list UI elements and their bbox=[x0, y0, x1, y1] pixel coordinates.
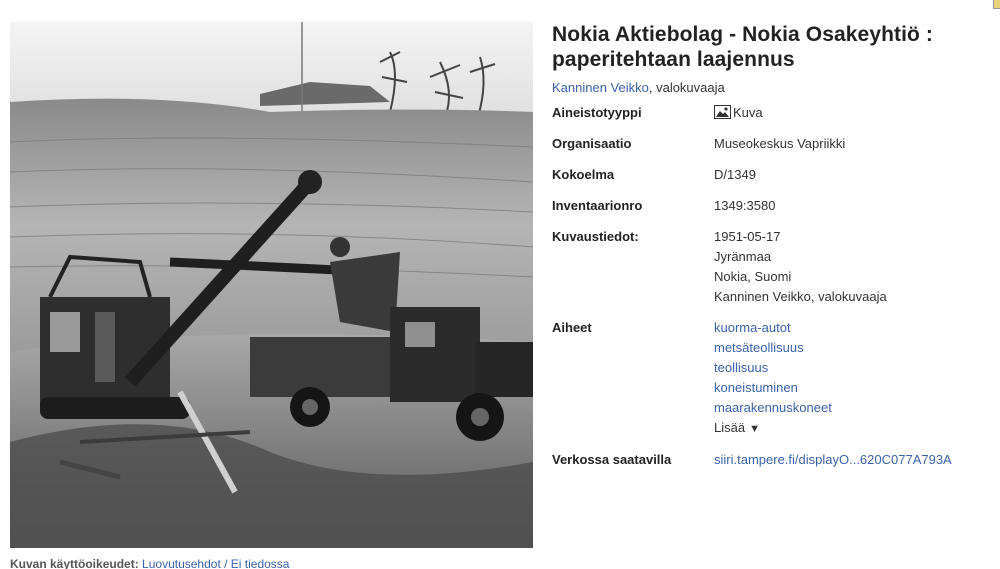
field-label: Inventaarionro bbox=[552, 198, 643, 213]
record-photo[interactable] bbox=[10, 22, 533, 548]
caret-down-icon: ▼ bbox=[749, 423, 760, 435]
author-link[interactable]: Kanninen Veikko bbox=[552, 80, 649, 95]
field-label: Aiheet bbox=[552, 320, 592, 335]
row-type: Aineistotyyppi Kuva bbox=[552, 103, 952, 134]
online-link[interactable]: siiri.tampere.fi/displayO...620C077A793A bbox=[714, 450, 952, 470]
row-inventory: Inventaarionro 1349:3580 bbox=[552, 196, 952, 227]
field-value: Museokeskus Vapriikki bbox=[714, 136, 846, 151]
row-collection: Kokoelma D/1349 bbox=[552, 165, 952, 196]
field-label: Kuvaustiedot: bbox=[552, 229, 639, 244]
show-more-button[interactable]: Lisää ▼ bbox=[714, 418, 952, 439]
field-value: Kuva bbox=[714, 103, 952, 134]
photo-place: Jyränmaa bbox=[714, 249, 772, 264]
usage-rights-link[interactable]: Luovutusehdot / Ei tiedossa bbox=[142, 557, 289, 569]
usage-rights: Kuvan käyttöoikeudet: Luovutusehdot / Ei… bbox=[10, 557, 610, 569]
subject-link[interactable]: koneistuminen bbox=[714, 378, 952, 398]
field-label: Kokoelma bbox=[552, 167, 615, 182]
field-label: Verkossa saatavilla bbox=[552, 452, 672, 467]
subject-link[interactable]: maarakennuskoneet bbox=[714, 398, 952, 418]
subject-link[interactable]: metsäteollisuus bbox=[714, 338, 952, 358]
field-value: D/1349 bbox=[714, 167, 756, 182]
row-photo-info: Kuvaustiedot: 1951-05-17 Jyränmaa Nokia,… bbox=[552, 227, 952, 318]
image-icon bbox=[714, 105, 731, 119]
photo-date: 1951-05-17 bbox=[714, 229, 781, 244]
photo-photographer: Kanninen Veikko, valokuvaaja bbox=[714, 289, 887, 304]
record-details: Nokia Aktiebolag - Nokia Osakeyhtiö : pa… bbox=[552, 22, 992, 481]
byline: Kanninen Veikko, valokuvaaja bbox=[552, 80, 992, 95]
author-role: , valokuvaaja bbox=[648, 80, 725, 95]
corner-marker bbox=[993, 0, 1000, 9]
metadata-table: Aineistotyyppi Kuva Organisaatio Museoke… bbox=[552, 103, 952, 481]
field-value: siiri.tampere.fi/displayO...620C077A793A bbox=[714, 450, 952, 481]
usage-rights-label: Kuvan käyttöoikeudet: bbox=[10, 557, 139, 569]
row-organisation: Organisaatio Museokeskus Vapriikki bbox=[552, 134, 952, 165]
subject-link[interactable]: teollisuus bbox=[714, 358, 952, 378]
row-online: Verkossa saatavilla siiri.tampere.fi/dis… bbox=[552, 450, 952, 481]
show-more-label: Lisää bbox=[714, 420, 746, 435]
type-value: Kuva bbox=[733, 105, 763, 120]
field-value: 1951-05-17 Jyränmaa Nokia, Suomi Kannine… bbox=[714, 227, 952, 318]
photo-location: Nokia, Suomi bbox=[714, 269, 792, 284]
subject-link[interactable]: kuorma-autot bbox=[714, 318, 952, 338]
field-value: 1349:3580 bbox=[714, 198, 776, 213]
row-subjects: Aiheet kuorma-autot metsäteollisuus teol… bbox=[552, 318, 952, 450]
photo-image bbox=[10, 22, 533, 548]
field-label: Organisaatio bbox=[552, 136, 632, 151]
record-title: Nokia Aktiebolag - Nokia Osakeyhtiö : pa… bbox=[552, 23, 934, 71]
field-label: Aineistotyyppi bbox=[552, 105, 642, 120]
field-value: kuorma-autot metsäteollisuus teollisuus … bbox=[714, 318, 952, 450]
